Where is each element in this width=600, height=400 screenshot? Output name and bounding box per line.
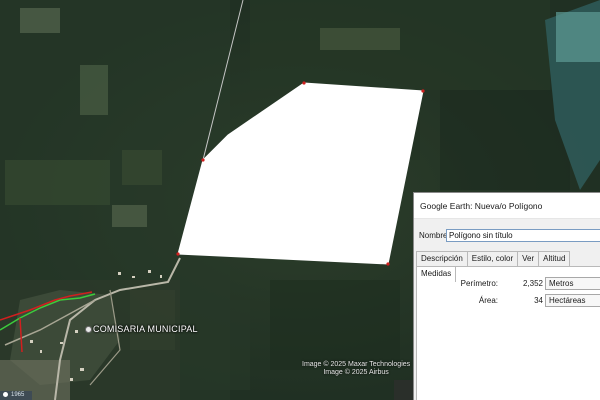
area-value: 34 [534,296,543,305]
measures-panel: Perímetro: 2,352 Metros Área: 34 Hectáre… [416,266,600,400]
perimeter-label: Perímetro: [460,279,498,288]
dialog-tabs: Descripción Estilo, color Ver Altitud Me… [416,251,600,282]
location-dot-icon [3,391,8,397]
status-tag-text: 1965 [11,392,25,398]
dialog-title[interactable]: Google Earth: Nueva/o Polígono [414,193,600,219]
credit-line-maxar: Image © 2025 Maxar Technologies [302,361,411,368]
area-label: Área: [478,296,498,305]
tab-estilo-color[interactable]: Estilo, color [466,251,519,266]
perimeter-unit-select[interactable]: Metros [545,277,600,290]
place-label[interactable]: COMISARIA MUNICIPAL [93,324,198,334]
tab-descripcion[interactable]: Descripción [416,251,468,266]
perimeter-value: 2,352 [522,279,543,288]
status-tag: 1965 [0,391,32,400]
name-row: Nombre: [419,229,600,243]
tab-ver[interactable]: Ver [517,251,540,266]
area-row: Área: 34 Hectáreas [417,294,600,308]
dialog-body: Nombre: Descripción Estilo, color Ver Al… [414,219,600,400]
credit-line-airbus: Image © 2025 Airbus [323,369,389,376]
tab-medidas[interactable]: Medidas [416,266,457,282]
area-unit-select[interactable]: Hectáreas [545,294,600,307]
place-marker-icon[interactable] [85,326,92,333]
new-polygon-dialog[interactable]: Google Earth: Nueva/o Polígono Nombre: D… [413,192,600,400]
tab-altitud[interactable]: Altitud [538,251,571,266]
imagery-credits: Image © 2025 Maxar Technologies Image © … [302,361,410,377]
polygon-name-input[interactable] [446,229,600,242]
